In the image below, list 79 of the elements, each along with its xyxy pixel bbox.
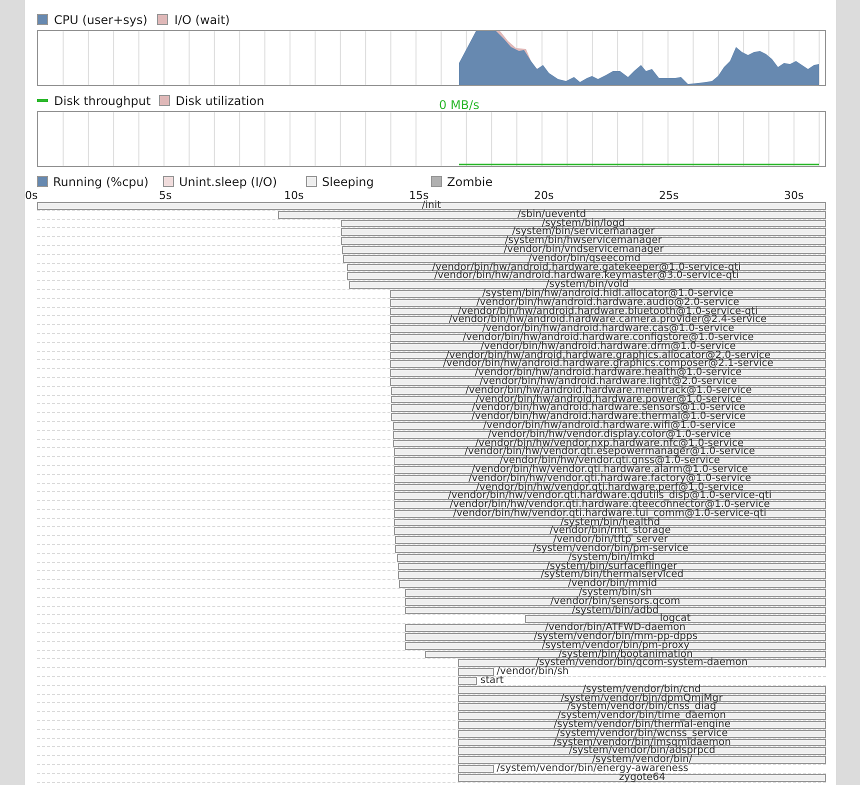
legend-label: Zombie xyxy=(447,174,493,190)
process-name: /system/vendor/bin/pm-proxy xyxy=(542,642,690,651)
process-name: /sbin/ueventd xyxy=(518,210,586,220)
process-name: /system/bin/thermalserviced xyxy=(540,571,684,580)
process-name: /vendor/bin/hw/android.hardware.gatekeeper@1.0-service-qti xyxy=(432,264,741,272)
process-name: /vendor/bin/hw/vendor.qti.hardware.qteeconnector@1.0-service xyxy=(450,501,770,510)
axis-tick-label: 25s xyxy=(659,188,679,204)
process-name: /vendor/bin/hw/android.hardware.camera.provider@2.4-service xyxy=(448,316,767,326)
process-name: /system/vendor/bin/energy-awareness xyxy=(496,765,688,774)
process-name: /system/bin/bootanimation xyxy=(558,650,693,660)
process-name: /vendor/bin/hw/vendor.qti.hardware.perf@1.0-service xyxy=(476,484,744,492)
process-name: /system/bin/healthd xyxy=(560,518,660,528)
process-name: /vendor/bin/hw/android.hardware.light@2.0-service xyxy=(480,378,737,387)
process-name: /vendor/bin/hw/vendor.qti.hardware.alarm@1.0-service xyxy=(472,466,748,475)
process-name: /vendor/bin/hw/vendor.qti.hardware.qdutils_disp@1.0-service-qti xyxy=(448,492,772,502)
process-name: /vendor/bin/tftp_server xyxy=(553,536,668,546)
process-name: /system/vendor/bin/cnd xyxy=(582,686,701,695)
process-name: /system/bin/logd xyxy=(542,220,626,228)
process-name: /system/vendor/bin/ xyxy=(592,756,692,765)
process-name: /system/bin/hw/android.hidl.allocator@1.0-service xyxy=(482,290,734,299)
legend-label: Running (%cpu) xyxy=(53,174,149,190)
process-name: /vendor/bin/hw/android.hardware.cas@1.0-service xyxy=(482,325,734,334)
process-name: /vendor/bin/hw/android.hardware.keymaster@3.0-service-qti xyxy=(434,272,739,282)
process-name: /system/bin/sh xyxy=(578,589,652,598)
axis-tick-label: 30s xyxy=(784,188,804,204)
process-name: /system/vendor/bin/imsqmidaemon xyxy=(553,738,731,748)
process-name: /vendor/bin/hw/android.hardware.drm@1.0-service xyxy=(480,342,736,352)
process-name: /vendor/bin/hw/android.hardware.power@1.0-service xyxy=(476,396,742,404)
legend-label: Unint.sleep (I/O) xyxy=(179,174,278,190)
axis-tick-label: 0s xyxy=(25,188,38,204)
process-name: /system/vendor/bin/time_daemon xyxy=(558,712,726,722)
process-name: logcat xyxy=(660,615,691,624)
legend-label: Disk throughput xyxy=(54,92,151,110)
process-name: /vendor/bin/hw/android.hardware.wifi@1.0-service xyxy=(483,422,736,431)
process-name: /vendor/bin/hw/vendor.qti.esepowermanager@1.0-service xyxy=(464,448,756,458)
process-name: /system/vendor/bin/dpmQmiMgr xyxy=(560,694,723,704)
process-name: /system/bin/hwservicemanager xyxy=(504,237,662,246)
process-name: /system/bin/lmkd xyxy=(568,554,655,563)
throughput-reading: 0 MB/s xyxy=(439,97,480,114)
process-name: zygote64 xyxy=(618,774,666,783)
axis-tick-label: 10s xyxy=(284,188,304,204)
process-name: /vendor/bin/hw/vendor.qti.gnss@1.0-service xyxy=(500,457,720,466)
legend-label: Disk utilization xyxy=(176,92,264,110)
process-name: /system/vendor/bin/qcom-system-daemon xyxy=(536,659,748,668)
process-name: /system/vendor/bin/adsprpcd xyxy=(568,747,716,756)
axis-tick-label: 20s xyxy=(534,188,554,204)
process-name: /system/bin/vold xyxy=(546,281,629,290)
legend-label: I/O (wait) xyxy=(174,12,230,28)
process-name: /vendor/bin/hw/vendor.nxp.hardware.nfc@1.0-service xyxy=(475,440,744,448)
legend-label: Sleeping xyxy=(322,174,374,190)
process-name: /vendor/bin/hw/android.hardware.sensors@1.0-service xyxy=(472,404,746,414)
process-name: /vendor/bin/rmt_storage xyxy=(550,527,671,536)
process-name: /vendor/bin/hw/android.hardware.configstore@1.0-service xyxy=(462,334,754,343)
process-name: /vendor/bin/hw/android.hardware.audio@2.0-service xyxy=(476,298,740,308)
process-name: /system/vendor/bin/thermal-engine xyxy=(554,721,731,730)
process-name: /vendor/bin/hw/android.hardware.graphics.allocator@2.0-service xyxy=(446,352,771,360)
process-name: /vendor/bin/hw/android.hardware.health@1.0-service xyxy=(474,369,742,378)
process-name: /vendor/bin/hw/android.hardware.graphics.composer@2.1-service xyxy=(443,360,774,370)
process-name: /vendor/bin/hw/vendor.display.color@1.0-service xyxy=(488,430,731,440)
process-name: /system/bin/adbd xyxy=(572,606,659,616)
process-name: /vendor/bin/sensors.qcom xyxy=(550,598,680,607)
process-name: /vendor/bin/hw/vendor.qti.hardware.factory@1.0-service xyxy=(468,474,752,484)
process-name: /vendor/bin/qseecomd xyxy=(528,254,641,264)
legend-label: CPU (user+sys) xyxy=(54,12,148,28)
process-name: /system/bin/surfaceflinger xyxy=(546,562,678,572)
process-name: /system/vendor/bin/mm-pp-dpps xyxy=(534,633,698,642)
process-name: /vendor/bin/hw/android.hardware.bluetooth@1.0-service-qti xyxy=(458,308,758,316)
process-name: /vendor/bin/hw/vendor.qti.hardware.tui_comm@1.0-service-qti xyxy=(453,510,766,519)
process-name: /vendor/bin/vndservicemanager xyxy=(504,246,664,255)
process-name: /vendor/bin/sh xyxy=(496,668,569,678)
process-name: /vendor/bin/hw/android.hardware.memtrack@1.0-service xyxy=(466,386,752,396)
process-name: /init xyxy=(422,202,442,211)
process-name: /system/vendor/bin/cnss_diag xyxy=(567,703,716,712)
process-name: /system/vendor/bin/pm-service xyxy=(532,545,688,554)
axis-tick-label: 5s xyxy=(159,188,172,204)
process-name: /vendor/bin/hw/android.hardware.thermal@1.0-service xyxy=(472,413,746,422)
process-name: start xyxy=(480,677,504,686)
process-name: /system/vendor/bin/wcnss_service xyxy=(556,730,728,739)
process-name: /system/bin/servicemanager xyxy=(512,228,655,238)
